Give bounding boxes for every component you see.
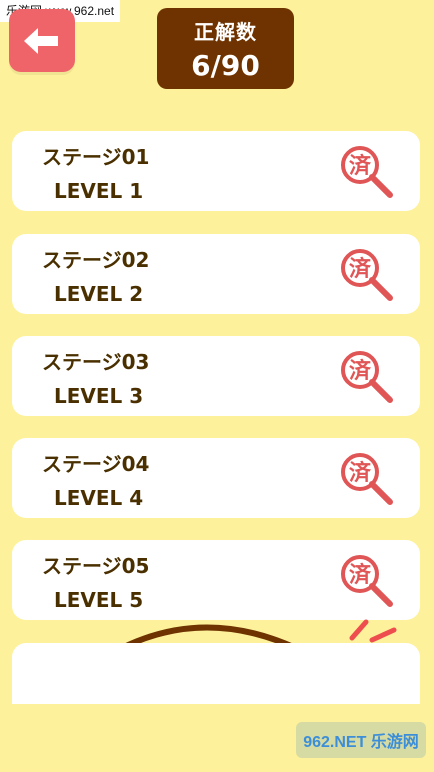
level-label: LEVEL 4 xyxy=(54,486,144,510)
stage-card-04[interactable]: ステージ04 LEVEL 4 済 xyxy=(12,438,420,518)
stage-title: ステージ05 xyxy=(42,554,150,578)
svg-text:済: 済 xyxy=(349,153,372,179)
score-label: 正解数 xyxy=(194,20,257,44)
arrow-left-icon xyxy=(24,27,58,54)
stage-title: ステージ02 xyxy=(42,248,150,272)
stage-card-01[interactable]: ステージ01 LEVEL 1 済 xyxy=(12,131,420,211)
svg-text:済: 済 xyxy=(349,256,372,282)
stage-card-03[interactable]: ステージ03 LEVEL 3 済 xyxy=(12,336,420,416)
stage-card-placeholder[interactable] xyxy=(12,643,420,713)
stage-title: ステージ03 xyxy=(42,350,150,374)
score-value: 6/90 xyxy=(191,49,260,82)
svg-text:済: 済 xyxy=(349,562,372,588)
completed-magnifier-icon: 済 xyxy=(341,146,393,198)
score-panel: 正解数 6/90 xyxy=(157,8,294,89)
stage-title: ステージ01 xyxy=(42,145,150,169)
completed-magnifier-icon: 済 xyxy=(341,453,393,505)
completed-magnifier-icon: 済 xyxy=(341,249,393,301)
completed-magnifier-icon: 済 xyxy=(341,351,393,403)
stage-card-02[interactable]: ステージ02 LEVEL 2 済 xyxy=(12,234,420,314)
level-label: LEVEL 2 xyxy=(54,282,144,306)
stage-title: ステージ04 xyxy=(42,452,150,476)
level-label: LEVEL 1 xyxy=(54,179,144,203)
svg-text:済: 済 xyxy=(349,460,372,486)
back-button[interactable] xyxy=(9,9,75,72)
svg-text:済: 済 xyxy=(349,358,372,384)
site-logo-watermark: 962.NET 乐游网 xyxy=(296,722,426,758)
level-label: LEVEL 3 xyxy=(54,384,144,408)
